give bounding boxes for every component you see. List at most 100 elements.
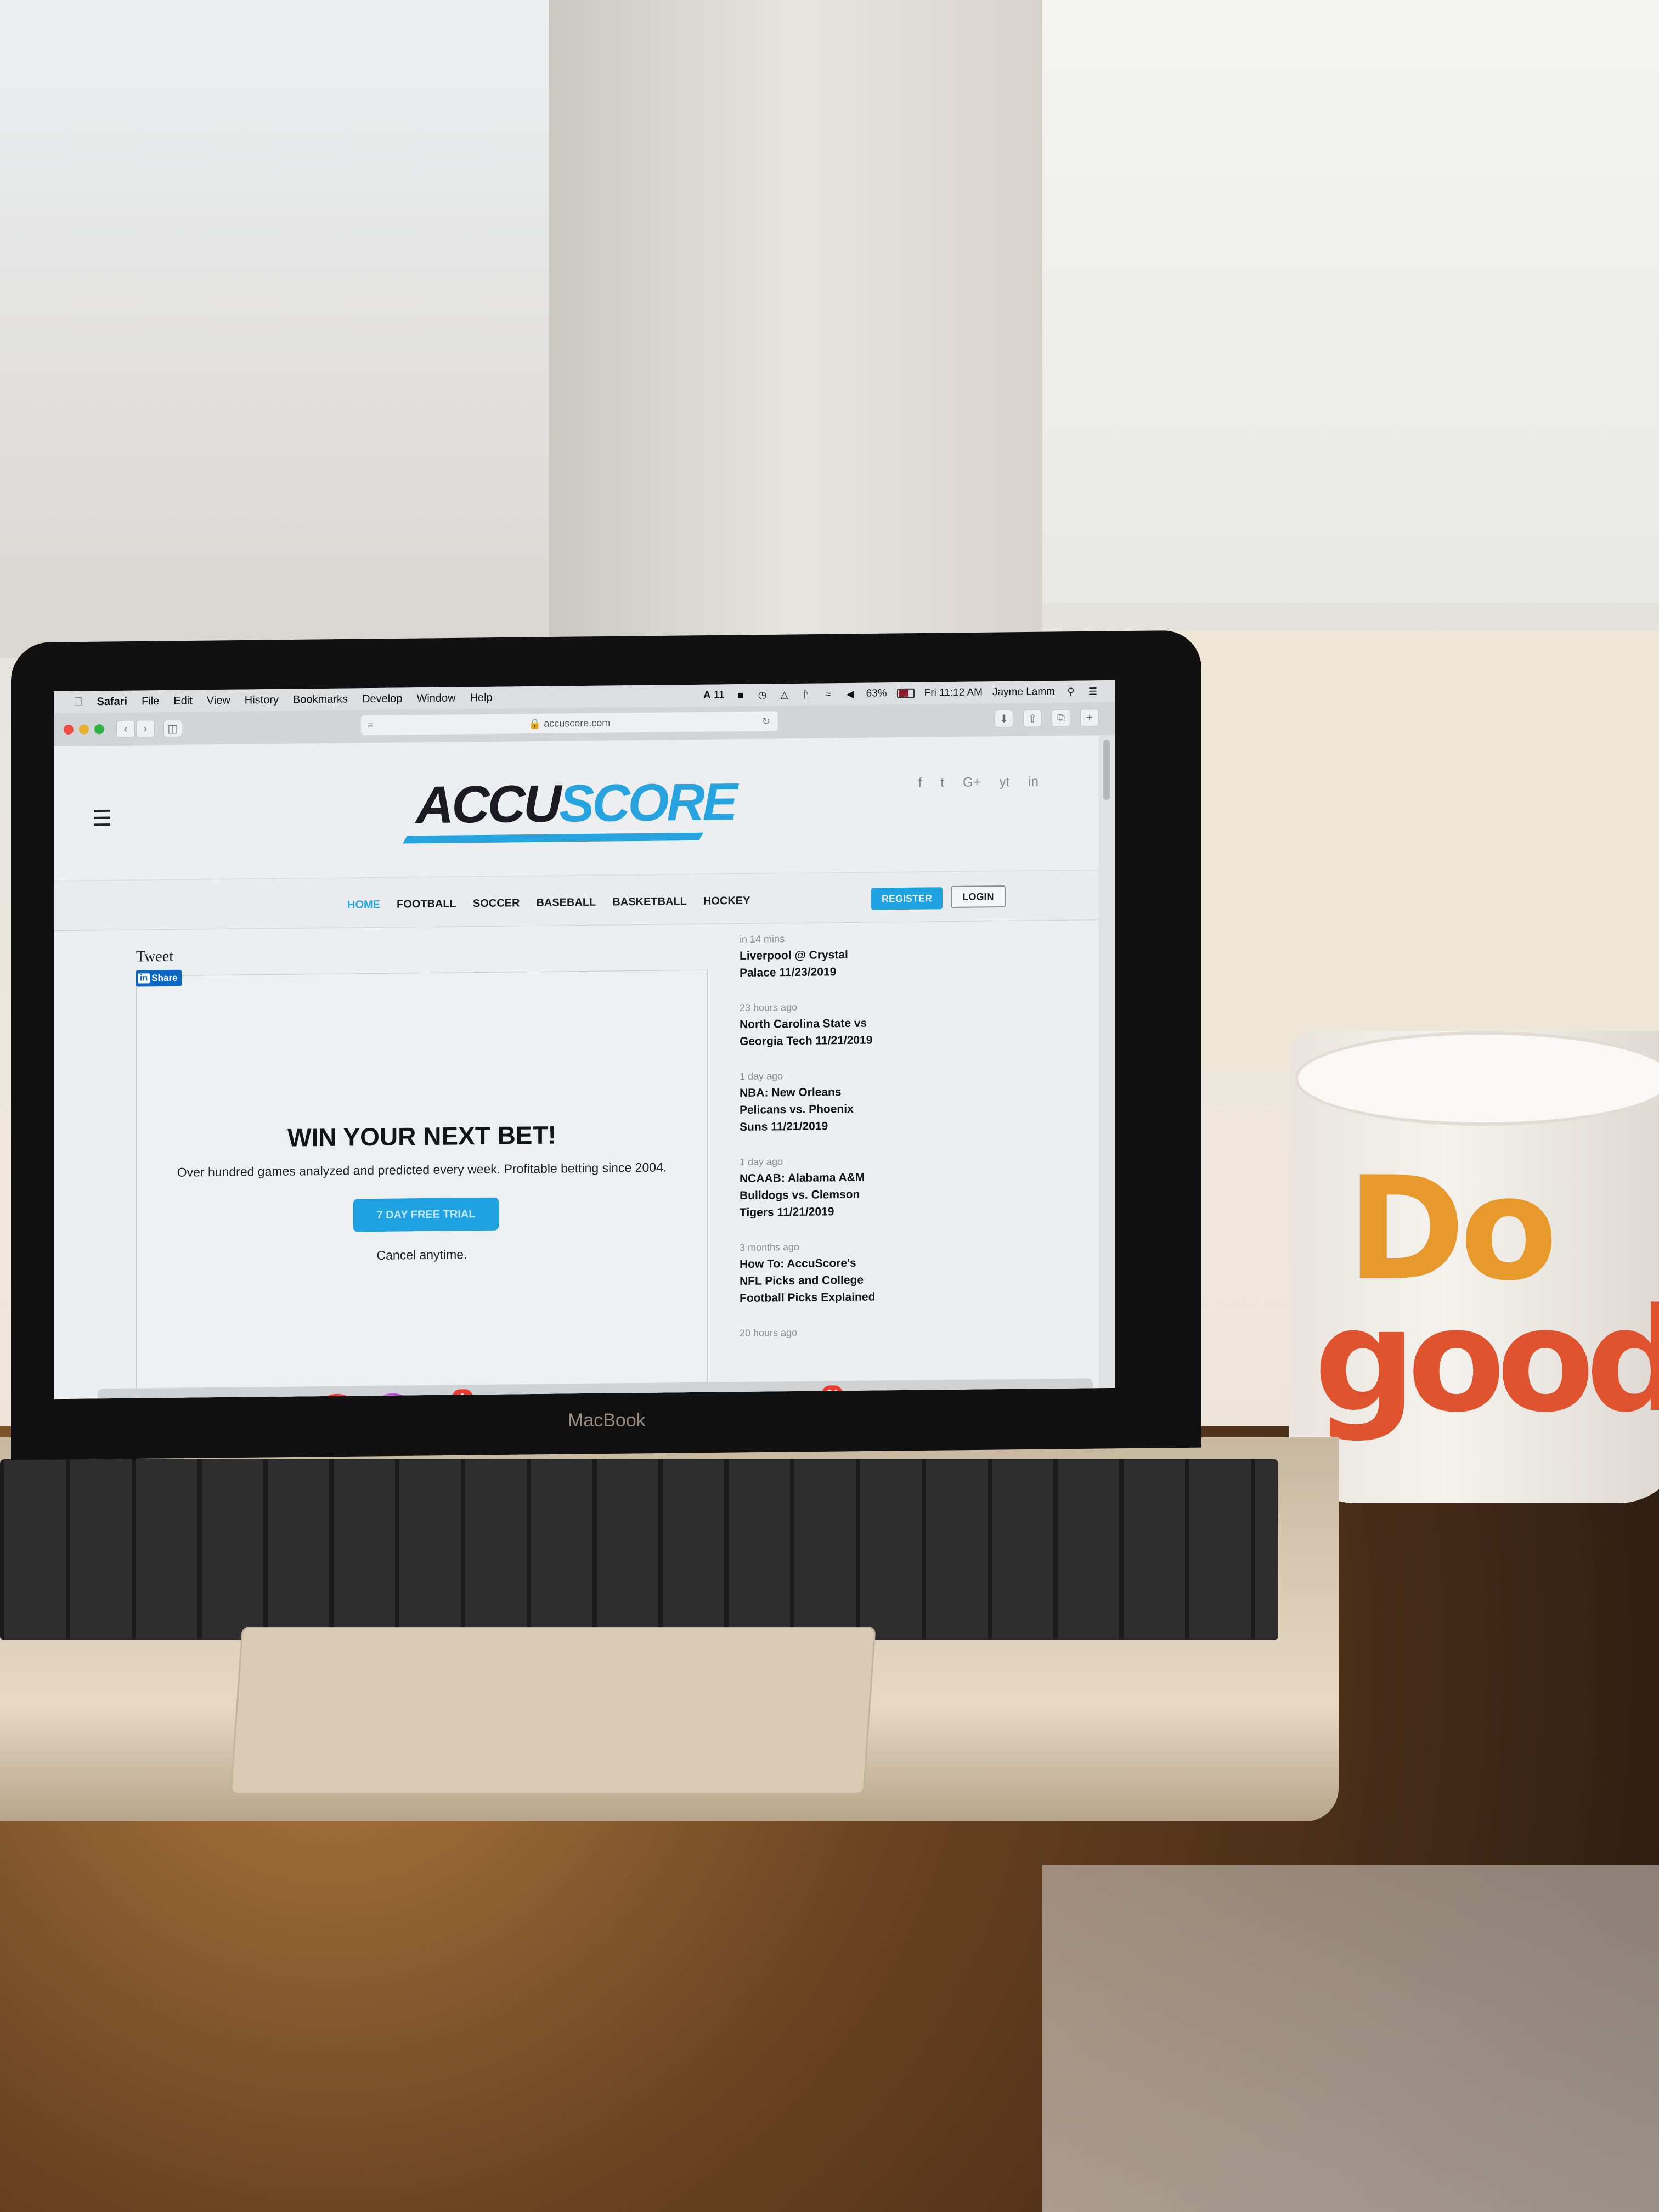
tweet-link[interactable]: Tweet [136,948,173,966]
keyboard [0,1459,1278,1640]
feed-time: 23 hours ago [740,1001,798,1014]
feed-time: 1 day ago [740,1156,783,1168]
login-button[interactable]: LOGIN [951,885,1006,909]
google-plus-icon[interactable]: G+ [963,775,981,790]
battery-icon[interactable] [896,688,915,699]
trackpad[interactable] [230,1627,876,1795]
spotlight-search-icon[interactable]: ⚲ [1065,686,1077,697]
mug-text-good: good. [1314,1278,1659,1444]
menu-edit[interactable]: Edit [173,695,192,707]
apple-icon[interactable]:  [74,695,83,709]
nav-home[interactable]: HOME [347,899,380,912]
facebook-icon[interactable]: f [918,776,922,791]
nav-football[interactable]: FOOTBALL [397,898,456,911]
menu-file[interactable]: File [142,695,159,708]
feed-title[interactable]: Liverpool @ Crystal Palace 11/23/2019 [740,944,1047,981]
feed-item[interactable]: 3 months ago How To: AccuScore's NFL Pic… [740,1239,1047,1307]
airplay-icon[interactable]: △ [778,689,791,700]
page-scrollbar[interactable] [1099,735,1115,1389]
address-bar[interactable]: ≡ 🔒 accuscore.com ↻ [361,711,778,736]
twitter-icon[interactable]: t [940,775,944,791]
nav-hockey[interactable]: HOCKEY [703,895,751,908]
feed-title[interactable]: NBA: New Orleans Pelicans vs. Phoenix Su… [740,1081,1047,1136]
social-links: f t G+ yt in [918,774,1039,791]
feed-item[interactable]: 1 day ago NCAAB: Alabama A&M Bulldogs vs… [740,1153,1047,1221]
background-window-frame [549,0,1042,647]
zoom-menu-icon[interactable]: ■ [735,690,747,701]
user-name[interactable]: Jayme Lamm [992,686,1055,698]
wifi-icon[interactable]: ≈ [822,689,834,699]
nav-items: HOME FOOTBALL SOCCER BASEBALL BASKETBALL… [347,895,750,912]
feed-item[interactable]: 20 hours ago [740,1324,1047,1339]
linkedin-icon: in [138,973,150,984]
zoom-window-button[interactable] [94,724,104,735]
adobe-icon[interactable]: A 11 [703,689,725,701]
linkedin-icon[interactable]: in [1028,774,1039,789]
toolbar-right: ⬇ ⇧ ⧉ + [990,709,1099,728]
battery-percent[interactable]: 63% [866,687,887,699]
accuscore-logo[interactable]: ACCUSCORE [416,772,736,836]
logo-part-accu: ACCU [416,774,560,835]
promo-box: WIN YOUR NEXT BET! Over hundred games an… [136,969,708,1400]
forward-button[interactable]: › [136,720,155,738]
menu-bookmarks[interactable]: Bookmarks [293,693,348,706]
window-controls [64,724,104,735]
url-text: accuscore.com [544,717,611,729]
feed-item[interactable]: 23 hours ago North Carolina State vs Geo… [740,999,1047,1050]
scrollbar-thumb[interactable] [1103,739,1110,800]
cancel-note: Cancel anytime. [376,1247,467,1262]
feed-time: in 14 mins [740,933,785,945]
adobe-count: 11 [713,689,725,701]
sidebar-toggle-button[interactable]: ◫ [163,719,182,738]
volume-icon[interactable]: ◀ [844,689,856,699]
background-window [0,0,549,658]
counter-reflection [1042,1865,1659,2212]
nav-soccer[interactable]: SOCCER [473,897,520,910]
menu-window[interactable]: Window [416,692,455,705]
nav-basketball[interactable]: BASKETBALL [612,895,687,909]
reload-icon[interactable]: ↻ [762,715,770,727]
menu-help[interactable]: Help [470,691,493,704]
feed-time: 20 hours ago [740,1327,798,1339]
feed-item[interactable]: 1 day ago NBA: New Orleans Pelicans vs. … [740,1068,1047,1136]
logo-part-score: SCORE [559,772,736,833]
new-tab-button[interactable]: + [1080,709,1099,727]
register-button[interactable]: REGISTER [871,887,943,910]
feed-title[interactable]: North Carolina State vs Georgia Tech 11/… [740,1013,1047,1050]
feed-item[interactable]: in 14 mins Liverpool @ Crystal Palace 11… [740,930,1047,981]
feed-title[interactable]: NCAAB: Alabama A&M Bulldogs vs. Clemson … [740,1167,1047,1221]
minimize-window-button[interactable] [79,724,89,735]
mug-rim [1295,1031,1659,1126]
menu-view[interactable]: View [207,694,230,707]
downloads-button[interactable]: ⬇ [995,709,1013,728]
linkedin-share-button[interactable]: in Share [136,969,182,987]
clock[interactable]: Fri 11:12 AM [924,686,983,699]
battery-fill [898,690,909,697]
web-page: ☰ ACCUSCORE f t G+ yt in HOME FOOTBALL S… [54,735,1099,1400]
menu-app-name[interactable]: Safari [97,695,128,708]
background-wall [1152,631,1659,1070]
promo-subtitle: Over hundred games analyzed and predicte… [177,1160,667,1180]
feed-time: 3 months ago [740,1241,800,1254]
lock-icon: 🔒 [528,718,544,729]
hamburger-menu-icon[interactable]: ☰ [92,806,112,831]
show-tabs-button[interactable]: ⧉ [1052,709,1070,727]
nav-baseball[interactable]: BASEBALL [536,896,596,910]
menu-history[interactable]: History [245,693,279,707]
notification-center-icon[interactable]: ☰ [1087,686,1099,697]
time-machine-icon[interactable]: ◷ [757,690,769,701]
reader-view-icon[interactable]: ≡ [368,720,374,731]
bluetooth-icon[interactable]: ᚢ [800,689,812,700]
main-nav: HOME FOOTBALL SOCCER BASEBALL BASKETBALL… [54,870,1099,932]
close-window-button[interactable] [64,724,74,735]
youtube-icon[interactable]: yt [1000,775,1010,790]
feed-title[interactable]: How To: AccuScore's NFL Picks and Colleg… [740,1252,1047,1307]
back-button[interactable]: ‹ [116,720,135,738]
laptop-screen:  Safari File Edit View History Bookmark… [54,680,1115,1400]
menu-develop[interactable]: Develop [362,692,402,706]
macbook-label: MacBook [568,1410,646,1431]
background-window-right [1042,0,1659,603]
status-area: A 11 ■ ◷ △ ᚢ ≈ ◀ 63% Fri 11:12 AM Jayme … [703,685,1115,702]
share-button[interactable]: ⇧ [1023,709,1042,727]
free-trial-button[interactable]: 7 DAY FREE TRIAL [353,1197,499,1232]
